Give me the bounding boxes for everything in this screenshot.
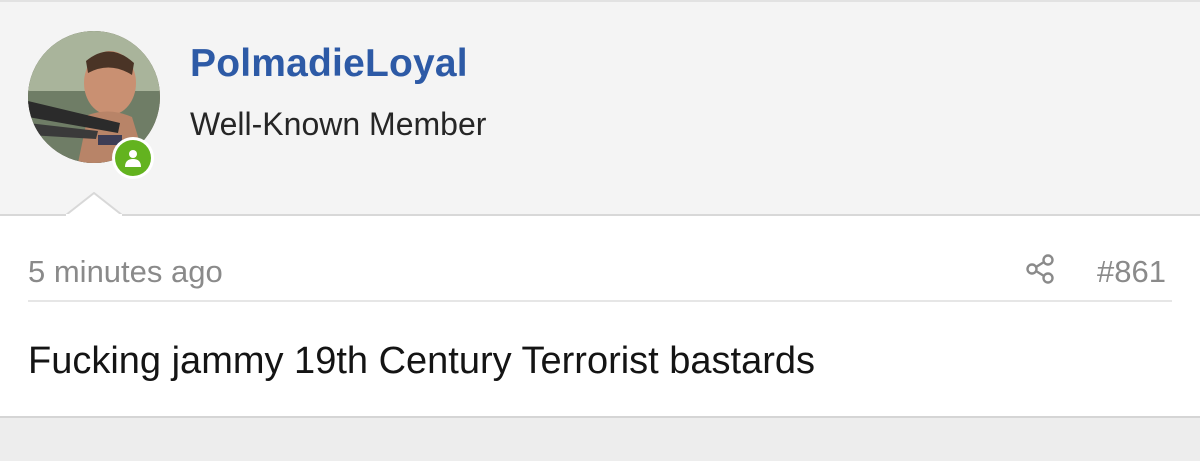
username-link[interactable]: PolmadieLoyal xyxy=(190,42,468,86)
post-timestamp[interactable]: 5 minutes ago xyxy=(28,254,223,290)
post-meta-bar: 5 minutes ago #861 xyxy=(28,252,1172,302)
user-title: Well-Known Member xyxy=(190,106,487,142)
online-status-badge xyxy=(112,137,154,179)
post-card: 5 minutes ago #861 Fucking jammy 19th Ce… xyxy=(0,214,1200,418)
post-message: Fucking jammy 19th Century Terrorist bas… xyxy=(28,340,816,382)
card-pointer-arrow xyxy=(66,192,122,216)
post-number-link[interactable]: #861 xyxy=(1097,254,1166,290)
post-user-header: PolmadieLoyal Well-Known Member xyxy=(0,2,1200,214)
share-icon[interactable] xyxy=(1024,252,1058,286)
user-online-icon xyxy=(115,140,151,176)
avatar-container[interactable] xyxy=(28,31,160,179)
